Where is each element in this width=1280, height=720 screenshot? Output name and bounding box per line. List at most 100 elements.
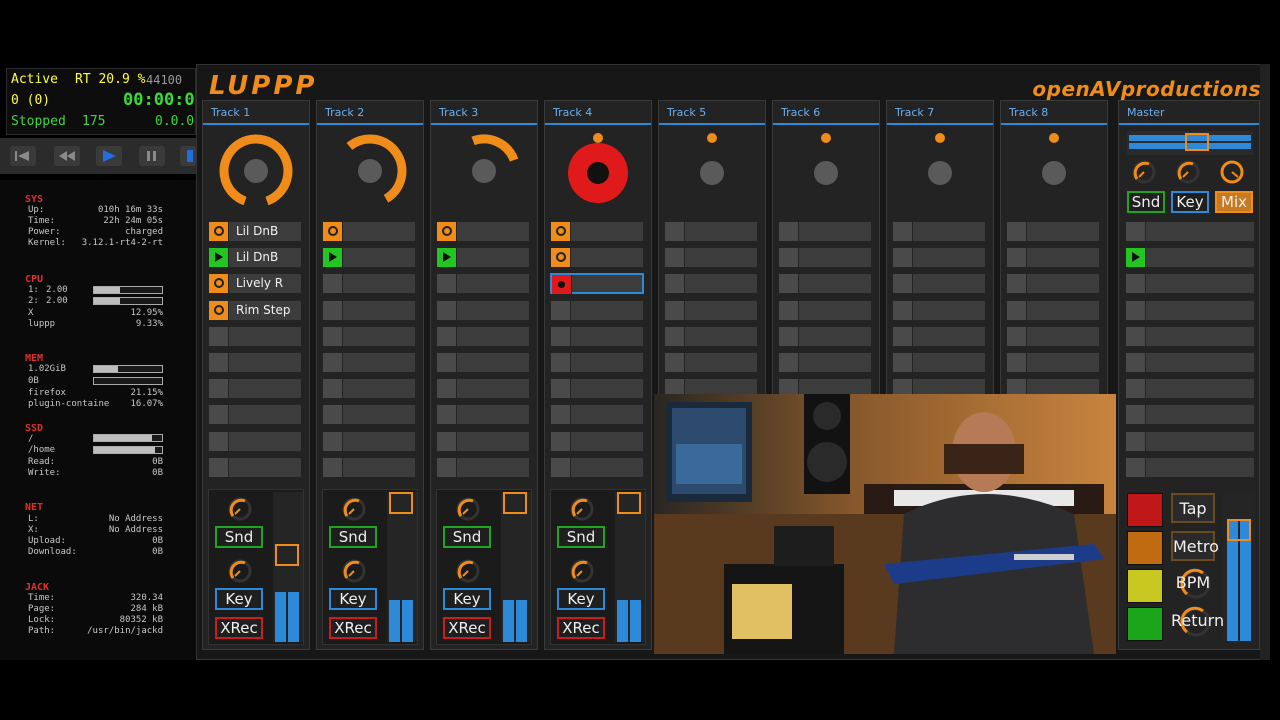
key-knob[interactable] [569,558,595,584]
clip-slot[interactable] [550,221,644,242]
scene-color-green[interactable] [1127,607,1163,641]
clip-slot[interactable] [550,430,644,452]
window-scrollbar[interactable] [1260,64,1270,660]
xrec-button[interactable]: XRec [215,617,263,639]
clip-slot[interactable] [1006,299,1100,321]
clip-slot[interactable] [778,273,872,295]
key-knob[interactable] [455,558,481,584]
volume-fader[interactable] [273,492,303,642]
clip-slot[interactable]: Lil DnB [208,221,302,242]
clip-slot[interactable] [550,456,644,478]
track-header[interactable]: Track 8 [1001,101,1107,125]
xrec-button[interactable]: XRec [329,617,377,639]
record-button[interactable] [180,146,196,166]
track-progress-knob[interactable] [672,131,752,211]
clip-slot[interactable] [436,456,530,478]
master-snd-knob[interactable] [1131,159,1157,185]
master-snd-button[interactable]: Snd [1127,191,1165,213]
clip-slot[interactable] [436,273,530,295]
send-knob[interactable] [341,496,367,522]
master-mix-knob[interactable] [1219,159,1245,185]
clip-slot[interactable] [322,430,416,452]
xrec-button[interactable]: XRec [557,617,605,639]
clip-slot[interactable] [208,352,302,373]
track-header[interactable]: Track 3 [431,101,537,125]
clip-slot[interactable] [322,325,416,347]
key-button[interactable]: Key [557,588,605,610]
key-knob[interactable] [227,558,253,584]
send-button[interactable]: Snd [215,526,263,548]
scene-color-yellow[interactable] [1127,569,1163,603]
track-progress-knob[interactable] [900,131,980,211]
clip-slot[interactable] [892,325,986,347]
send-button[interactable]: Snd [443,526,491,548]
key-button[interactable]: Key [329,588,377,610]
clip-slot[interactable] [208,404,302,426]
scene-slot[interactable] [1125,273,1255,295]
clip-slot[interactable] [436,430,530,452]
clip-slot[interactable] [778,325,872,347]
scene-color-red[interactable] [1127,493,1163,527]
track-progress-knob[interactable] [216,131,296,211]
clip-slot[interactable] [892,273,986,295]
track-progress-knob[interactable] [1014,131,1094,211]
play-button[interactable] [96,146,122,166]
clip-slot[interactable] [322,352,416,373]
clip-slot[interactable] [322,378,416,400]
clip-slot[interactable] [322,404,416,426]
scene-slot[interactable] [1125,456,1255,478]
clip-slot[interactable] [664,352,758,373]
clip-slot[interactable] [664,299,758,321]
tap-button[interactable]: Tap [1171,493,1215,523]
master-mix-button[interactable]: Mix [1215,191,1253,213]
master-output-fader[interactable] [1223,491,1255,641]
scene-slot[interactable] [1125,430,1255,452]
master-volume-fader[interactable] [1127,131,1253,155]
track-header[interactable]: Track 6 [773,101,879,125]
clip-slot[interactable] [1006,352,1100,373]
master-key-knob[interactable] [1175,159,1201,185]
clip-slot[interactable] [550,325,644,347]
clip-slot[interactable] [436,299,530,321]
clip-slot[interactable] [550,352,644,373]
clip-slot[interactable]: Rim Step [208,299,302,321]
track-progress-knob[interactable] [558,131,638,211]
clip-slot[interactable] [664,247,758,269]
clip-slot[interactable] [778,352,872,373]
clip-slot[interactable] [436,352,530,373]
track-header[interactable]: Track 5 [659,101,765,125]
send-button[interactable]: Snd [557,526,605,548]
clip-slot[interactable] [550,378,644,400]
track-header[interactable]: Track 2 [317,101,423,125]
clip-slot[interactable] [322,299,416,321]
clip-slot[interactable] [322,221,416,242]
scene-slot[interactable] [1125,352,1255,373]
goto-start-button[interactable] [10,146,36,166]
scene-slot[interactable] [1125,404,1255,426]
clip-slot[interactable] [550,404,644,426]
send-knob[interactable] [569,496,595,522]
clip-slot[interactable] [664,325,758,347]
clip-slot[interactable] [208,325,302,347]
clip-slot[interactable] [436,404,530,426]
track-progress-knob[interactable] [786,131,866,211]
clip-slot[interactable] [1006,325,1100,347]
pause-button[interactable] [139,146,165,166]
clip-slot[interactable] [892,221,986,242]
key-button[interactable]: Key [443,588,491,610]
clip-slot[interactable] [664,273,758,295]
xrec-button[interactable]: XRec [443,617,491,639]
clip-slot[interactable] [778,299,872,321]
track-header[interactable]: Track 1 [203,101,309,125]
master-key-button[interactable]: Key [1171,191,1209,213]
clip-slot[interactable] [550,247,644,269]
scene-slot[interactable] [1125,221,1255,242]
scene-slot[interactable] [1125,299,1255,321]
clip-slot[interactable] [664,221,758,242]
clip-slot[interactable] [208,378,302,400]
volume-fader[interactable] [615,492,645,642]
scene-slot[interactable] [1125,378,1255,400]
clip-slot[interactable] [208,456,302,478]
clip-slot[interactable] [322,247,416,269]
track-progress-knob[interactable] [330,131,410,211]
